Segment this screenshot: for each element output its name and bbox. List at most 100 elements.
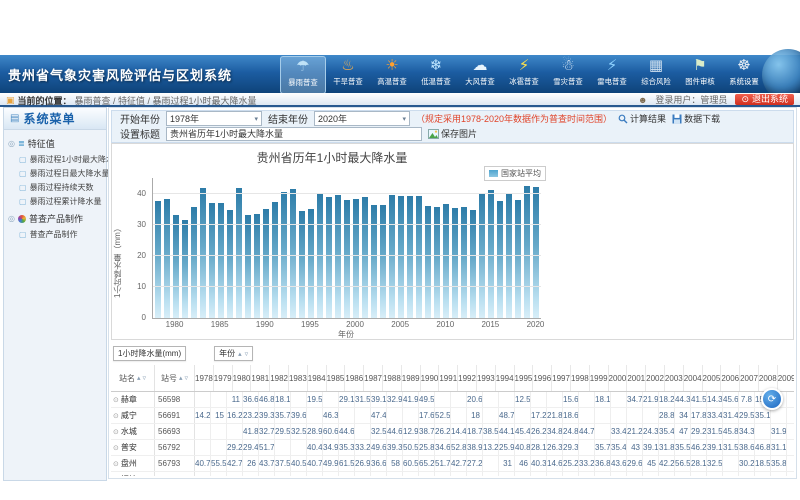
end-year-select[interactable]: 2020年 ▾	[314, 111, 410, 126]
x-tick-label: 1990	[253, 320, 277, 329]
row-expander-icon[interactable]: ⊙	[113, 444, 119, 452]
year-column-header[interactable]: 2000	[609, 365, 628, 391]
group-icon	[18, 215, 26, 223]
year-column-header[interactable]: 1991	[439, 365, 458, 391]
download-button[interactable]: 数据下载	[672, 112, 720, 125]
station-id-header[interactable]: 站号 ▴ ▿	[155, 365, 195, 391]
nav-item[interactable]: ❄ 低温普查	[414, 56, 458, 92]
year-column-header[interactable]: 1987	[364, 365, 383, 391]
y-tick-label: 10	[137, 282, 146, 291]
year-column-header[interactable]: 2007	[740, 365, 759, 391]
sort-desc-icon[interactable]: ▿	[245, 350, 249, 358]
year-column-header[interactable]: 1990	[421, 365, 440, 391]
chart-title-input[interactable]	[166, 127, 422, 141]
table-cell: 18.2	[515, 472, 531, 476]
nav-item[interactable]: ⚡ 冰雹普查	[502, 56, 546, 92]
tree-item[interactable]: ▢ 暴雨过程日最大降水量	[19, 166, 104, 180]
nav-item[interactable]: ☁ 大风普查	[458, 56, 502, 92]
year-column-header[interactable]: 2004	[684, 365, 703, 391]
save-image-button[interactable]: 保存图片	[428, 127, 477, 140]
year-column-header[interactable]: 1983	[289, 365, 308, 391]
save-image-label: 保存图片	[441, 127, 477, 140]
start-year-select[interactable]: 1978年 ▾	[166, 111, 262, 126]
year-column-header[interactable]: 1985	[327, 365, 346, 391]
tree-item[interactable]: ▢ 暴雨过程累计降水量	[19, 194, 104, 208]
sort-asc-icon[interactable]: ▴	[238, 350, 242, 358]
table-cell: 35.8	[771, 456, 787, 471]
year-column-header[interactable]: 2009	[778, 365, 794, 391]
logout-button[interactable]: ⊙ 退出系统	[735, 94, 794, 105]
nav-item[interactable]: ☸ 系统设置	[722, 56, 766, 92]
table-cell: 13.2	[483, 440, 499, 455]
year-column-header[interactable]: 2006	[721, 365, 740, 391]
year-column-header[interactable]: 2005	[703, 365, 722, 391]
tree-item[interactable]: ▢ 暴雨过程持续天数	[19, 180, 104, 194]
table-cell: 20.3	[611, 472, 627, 476]
nav-item[interactable]: ⚡ 雷电普查	[590, 56, 634, 92]
table-cell: 26	[243, 456, 259, 471]
year-column-header[interactable]: 1996	[533, 365, 552, 391]
table-cell: 40.5	[291, 456, 307, 471]
tree-group-row[interactable]: ◎ ≣ 特征值	[6, 135, 104, 152]
table-cell: 29.6	[627, 456, 643, 471]
year-column-header[interactable]: 1984	[308, 365, 327, 391]
table-cell	[355, 424, 371, 439]
nav-item[interactable]: ☂ 暴雨普查	[280, 56, 326, 94]
station-name: 赫章	[121, 394, 137, 405]
row-expander-icon[interactable]: ⊙	[113, 428, 119, 436]
year-column-header[interactable]: 1998	[571, 365, 590, 391]
table-cell: 34.3	[739, 424, 755, 439]
year-column-header[interactable]: 2001	[627, 365, 646, 391]
row-expander-icon[interactable]: ⊙	[113, 396, 119, 404]
sort-asc-icon[interactable]: ▴	[137, 374, 141, 382]
main-nav: ☂ 暴雨普查 ♨ 干旱普查 ☀ 高温普查 ❄ 低温普查 ☁ 大风普查 ⚡ 冰雹普…	[280, 56, 766, 94]
refresh-float-button[interactable]: ⟳	[761, 388, 783, 410]
table-body: ⊙ 赫章 56598 1136.646.818.119.529.131.539.…	[111, 392, 794, 476]
year-column-header[interactable]: 2008	[759, 365, 778, 391]
nav-item[interactable]: ☃ 雪灾普查	[546, 56, 590, 92]
year-column-header[interactable]: 1993	[477, 365, 496, 391]
nav-item[interactable]: ⚑ 图件审核	[678, 56, 722, 92]
year-column-header[interactable]: 1981	[251, 365, 270, 391]
table-cell: 38.6	[739, 440, 755, 455]
sort-desc-icon[interactable]: ▿	[185, 374, 189, 382]
tree-item[interactable]: ▢ 普查产品制作	[19, 227, 104, 241]
year-column-header[interactable]: 1989	[402, 365, 421, 391]
year-column-header[interactable]: 1997	[552, 365, 571, 391]
station-name-cell: ⊙ 威宁	[111, 408, 155, 423]
row-expander-icon[interactable]: ⊙	[113, 412, 119, 420]
year-column-header[interactable]: 1980	[233, 365, 252, 391]
app-banner: 贵州省气象灾害风险评估与区划系统 ☂ 暴雨普查 ♨ 干旱普查 ☀ 高温普查 ❄ …	[0, 55, 800, 94]
nav-item[interactable]: ▦ 综合风险	[634, 56, 678, 92]
table-cell	[579, 408, 595, 423]
table-cell: 40.7	[195, 456, 211, 471]
row-expander-icon[interactable]: ⊙	[113, 460, 119, 468]
year-column-header[interactable]: 1988	[383, 365, 402, 391]
nav-item[interactable]: ♨ 干旱普查	[326, 56, 370, 92]
y-tick-label: 20	[137, 251, 146, 260]
nav-item-label: 高温普查	[377, 76, 406, 86]
measure-pill[interactable]: 1小时降水量(mm)	[113, 346, 186, 361]
station-name-header[interactable]: 站名 ▴ ▿	[111, 365, 155, 391]
tree-item[interactable]: ▢ 暴雨过程1小时最大降水量	[19, 152, 104, 166]
year-column-header[interactable]: 1986	[345, 365, 364, 391]
pivot-year-pill[interactable]: 年份 ▴ ▿	[214, 346, 253, 361]
row-expander-icon[interactable]: ⊙	[113, 476, 119, 477]
year-column-header[interactable]: 1979	[214, 365, 233, 391]
year-column-header[interactable]: 2002	[646, 365, 665, 391]
tree-group-row[interactable]: ◎ 普查产品制作	[6, 210, 104, 227]
sort-asc-icon[interactable]: ▴	[179, 374, 183, 382]
year-column-header[interactable]: 1978	[195, 365, 214, 391]
year-column-header[interactable]: 1995	[515, 365, 534, 391]
year-column-header[interactable]: 1992	[458, 365, 477, 391]
table-cell	[195, 424, 211, 439]
year-column-header[interactable]: 2003	[665, 365, 684, 391]
sort-desc-icon[interactable]: ▿	[143, 374, 147, 382]
calculate-button[interactable]: 计算结果	[618, 112, 666, 125]
breadcrumb-path[interactable]: 暴雨普查 / 特征值 / 暴雨过程1小时最大降水量	[75, 94, 257, 107]
year-column-header[interactable]: 1994	[496, 365, 515, 391]
chart-bar	[272, 202, 278, 318]
nav-item[interactable]: ☀ 高温普查	[370, 56, 414, 92]
year-column-header[interactable]: 1982	[270, 365, 289, 391]
year-column-header[interactable]: 1999	[590, 365, 609, 391]
